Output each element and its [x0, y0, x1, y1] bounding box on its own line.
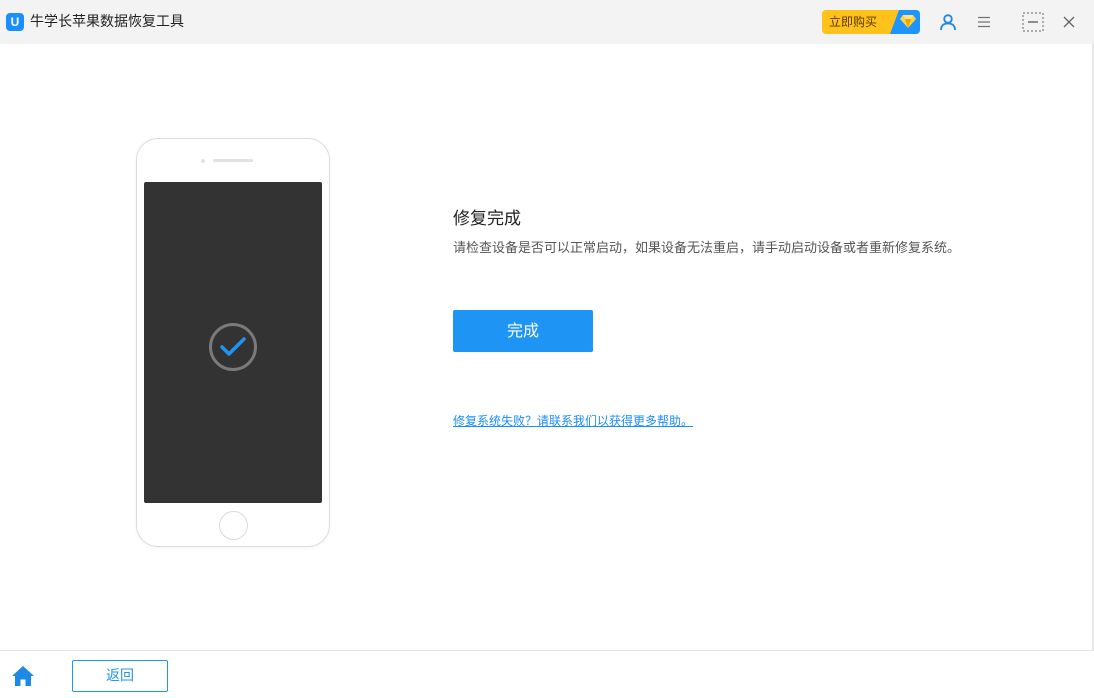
help-link[interactable]: 修复系统失败？请联系我们以获得更多帮助。 [453, 412, 693, 429]
buy-now-button[interactable]: 立即购买 [822, 10, 920, 34]
page-title: 修复完成 [453, 209, 521, 229]
home-icon[interactable] [11, 665, 35, 687]
diamond-icon [890, 10, 920, 34]
phone-home-button [219, 511, 248, 540]
phone-illustration [136, 138, 330, 547]
check-icon [209, 323, 257, 371]
app-logo: U [6, 13, 24, 31]
app-title: 牛学长苹果数据恢复工具 [30, 14, 184, 30]
done-button[interactable]: 完成 [453, 310, 593, 352]
phone-speaker [213, 159, 253, 162]
buy-now-label: 立即购买 [829, 15, 878, 29]
close-icon[interactable] [1057, 10, 1081, 34]
menu-icon[interactable] [972, 10, 996, 34]
phone-camera [201, 159, 205, 163]
user-icon[interactable] [936, 10, 960, 34]
phone-screen [144, 182, 322, 503]
title-bar: U 牛学长苹果数据恢复工具 立即购买 [0, 0, 1094, 44]
back-button[interactable]: 返回 [72, 660, 168, 692]
footer-bar: 返回 [0, 650, 1094, 698]
minimize-icon[interactable] [1020, 10, 1046, 34]
main-panel: 修复完成 请检查设备是否可以正常启动，如果设备无法重启，请手动启动设备或者重新修… [0, 44, 1094, 650]
description-text: 请检查设备是否可以正常启动，如果设备无法重启，请手动启动设备或者重新修复系统。 [453, 241, 961, 256]
